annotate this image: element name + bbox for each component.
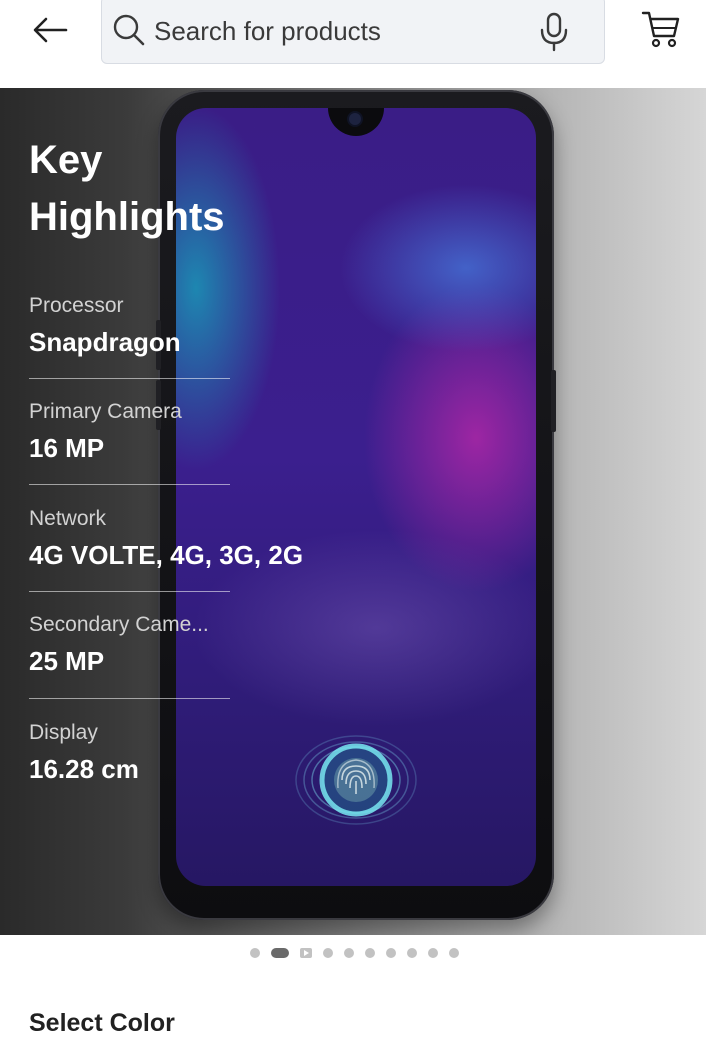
- highlight-value: Snapdragon: [29, 327, 181, 357]
- highlight-label: Processor: [29, 294, 124, 317]
- highlight-label: Secondary Came...: [29, 613, 209, 636]
- highlight-secondary-camera: Secondary Came... 25 MP: [29, 612, 319, 676]
- highlight-label: Network: [29, 507, 107, 530]
- carousel-dot[interactable]: [386, 948, 396, 958]
- highlight-network: Network 4G VOLTE, 4G, 3G, 2G: [29, 506, 319, 570]
- key-highlights-title-line1: Key: [29, 138, 103, 182]
- highlight-processor: Processor Snapdragon: [29, 293, 319, 357]
- microphone-icon: [540, 12, 568, 52]
- highlight-display: Display 16.28 cm: [29, 720, 319, 784]
- highlight-value: 16.28 cm: [29, 754, 139, 784]
- carousel-video-dot[interactable]: [300, 948, 312, 958]
- highlight-value: 16 MP: [29, 433, 105, 463]
- key-highlights-title: Key Highlights: [29, 132, 289, 246]
- highlight-divider: [29, 484, 230, 485]
- carousel-dot[interactable]: [344, 948, 354, 958]
- highlight-divider: [29, 591, 230, 592]
- highlight-value: 25 MP: [29, 646, 105, 676]
- back-button[interactable]: [24, 8, 76, 52]
- phone-notch: [328, 108, 384, 136]
- search-bar[interactable]: [101, 0, 605, 64]
- carousel-dot[interactable]: [323, 948, 333, 958]
- search-icon: [113, 14, 145, 46]
- highlight-divider: [29, 378, 230, 379]
- front-camera: [349, 113, 361, 125]
- key-highlights-title-line2: Highlights: [29, 195, 225, 239]
- carousel-dot[interactable]: [365, 948, 375, 958]
- highlight-label: Primary Camera: [29, 400, 182, 423]
- search-input[interactable]: [154, 11, 514, 51]
- carousel-dot-active[interactable]: [271, 948, 289, 958]
- highlight-value: 4G VOLTE, 4G, 3G, 2G: [29, 540, 304, 570]
- phone-power-button: [551, 370, 556, 432]
- cart-icon: [641, 11, 680, 48]
- carousel-dot[interactable]: [250, 948, 260, 958]
- carousel-pagination: [250, 946, 470, 960]
- select-color-heading: Select Color: [29, 1009, 175, 1037]
- highlight-primary-camera: Primary Camera 16 MP: [29, 399, 319, 463]
- highlight-label: Display: [29, 721, 98, 744]
- carousel-dot[interactable]: [428, 948, 438, 958]
- carousel-dot[interactable]: [407, 948, 417, 958]
- highlight-divider: [29, 698, 230, 699]
- product-image-carousel[interactable]: Key Highlights Processor Snapdragon Prim…: [0, 88, 706, 935]
- top-app-bar: [0, 0, 706, 88]
- carousel-dot[interactable]: [449, 948, 459, 958]
- voice-search-button[interactable]: [536, 11, 572, 53]
- arrow-left-icon: [33, 17, 68, 43]
- cart-button[interactable]: [636, 6, 686, 52]
